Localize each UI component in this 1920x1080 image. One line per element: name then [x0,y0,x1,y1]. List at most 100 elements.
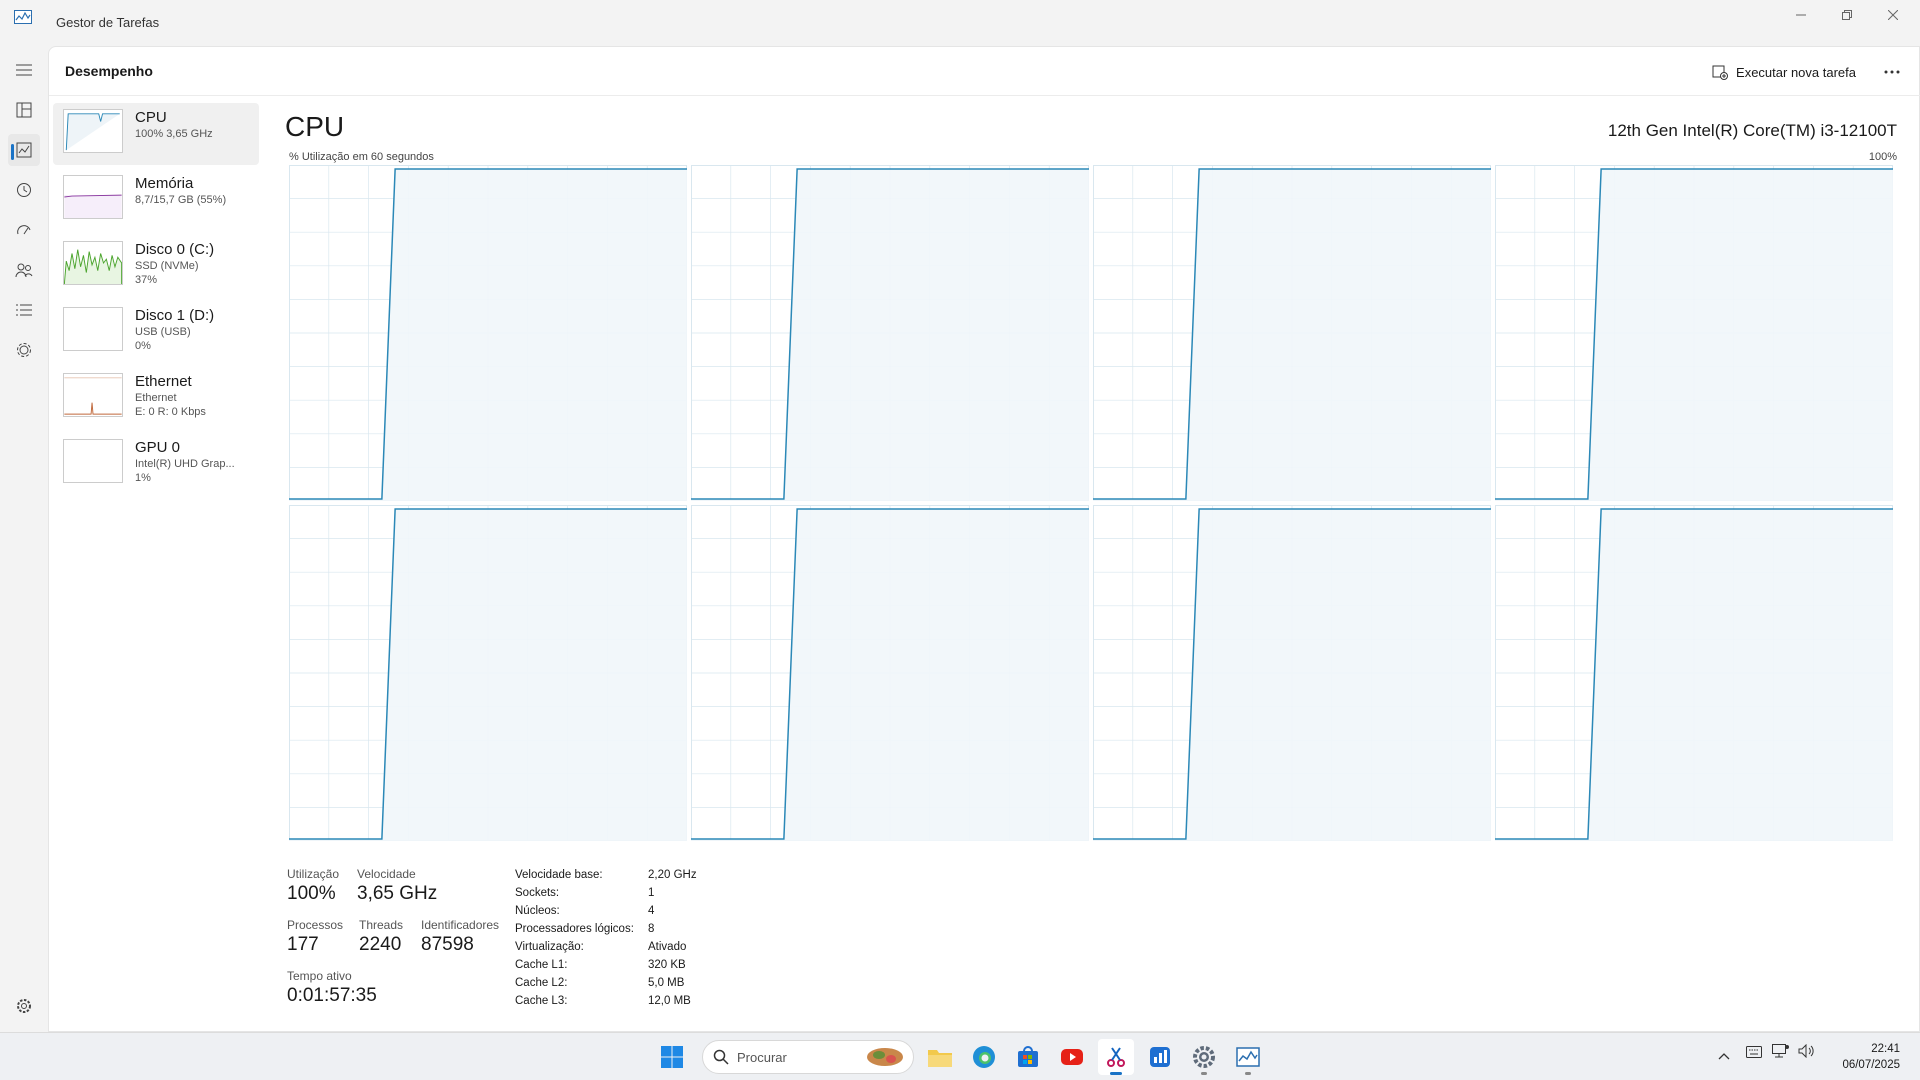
chevron-up-icon [1718,1053,1730,1060]
taskbar-youtube[interactable] [1054,1039,1090,1075]
cpu-model: 12th Gen Intel(R) Core(TM) i3-12100T [1607,121,1897,140]
detail-key: Processadores lógicos: [515,923,634,935]
disk0-thumbnail-graph [63,241,123,285]
processes-label: Processos [287,918,344,932]
taskbar-store[interactable] [1010,1039,1046,1075]
processes-icon [16,102,32,118]
hamburger-menu-button[interactable] [8,54,40,86]
core-graph-7 [1093,505,1491,841]
nav-startup[interactable] [8,214,40,246]
nav-processes[interactable] [8,94,40,126]
active-indicator [11,144,14,160]
taskbar-task-manager[interactable] [1230,1039,1266,1075]
chart-app-icon [1150,1047,1170,1067]
network-indicator[interactable] [1772,1044,1790,1063]
nav-settings[interactable] [8,990,40,1022]
network-icon [1772,1044,1789,1058]
store-icon [1018,1046,1038,1067]
device-usage: 37% [135,274,158,286]
title-bar: Gestor de Tarefas [0,0,1920,46]
device-cpu[interactable]: CPU 100% 3,65 GHz [53,103,259,165]
taskbar-snipping-tool[interactable] [1098,1039,1134,1075]
page-header: Desempenho Executar nova tarefa [49,47,1920,96]
threads-value: 2240 [359,934,402,955]
core-graph-8 [1495,505,1893,841]
task-manager-app-icon [14,10,32,24]
taskbar-settings[interactable] [1186,1039,1222,1075]
more-options-button[interactable] [1878,59,1906,85]
speed-label: Velocidade [357,867,416,881]
device-name: Disco 0 (C:) [135,241,215,258]
nav-users[interactable] [8,254,40,286]
nav-details[interactable] [8,294,40,326]
device-detail: USB (USB) [135,326,191,338]
device-ethernet[interactable]: Ethernet Ethernet E: 0 R: 0 Kbps [53,367,259,429]
detail-value: 12,0 MB [648,995,691,1007]
device-disk-1[interactable]: Disco 1 (D:) USB (USB) 0% [53,301,259,363]
core-graph-3 [1093,165,1491,501]
more-options-icon [1884,70,1900,74]
core-graph-4 [1495,165,1893,501]
taskbar: Procurar 22:41 06/07/2025 [0,1032,1920,1080]
device-usage: 1% [135,472,151,484]
volume-icon [1798,1043,1814,1059]
clock-time: 22:41 [1871,1043,1900,1055]
detail-key: Cache L2: [515,977,568,989]
taskbar-widgets-app[interactable] [1142,1039,1178,1075]
core-graph-6 [691,505,1089,841]
device-usage: E: 0 R: 0 Kbps [135,406,206,418]
uptime-value: 0:01:57:35 [287,985,377,1006]
minimize-button[interactable] [1778,0,1824,30]
device-name: Disco 1 (D:) [135,307,215,324]
main-content: Desempenho Executar nova tarefa CPU 100%… [48,46,1920,1032]
core-graph-1 [289,165,687,501]
ethernet-thumbnail-graph [63,373,123,417]
device-list: CPU 100% 3,65 GHz Memória 8,7/15,7 GB (5… [53,103,259,499]
search-icon [713,1049,729,1065]
device-name: Ethernet [135,373,192,390]
taskbar-clock[interactable]: 22:41 06/07/2025 [1842,1041,1900,1073]
device-detail: Intel(R) UHD Grap... [135,458,235,470]
utilization-label: Utilização [287,867,340,881]
close-button[interactable] [1870,0,1916,30]
detail-key: Cache L3: [515,995,568,1007]
taskbar-edge[interactable] [966,1039,1002,1075]
detail-value: 1 [648,887,655,899]
utilization-value: 100% [287,883,336,904]
device-memory[interactable]: Memória 8,7/15,7 GB (55%) [53,169,259,231]
snipping-tool-icon [1107,1047,1125,1067]
device-name: Memória [135,175,194,192]
hamburger-icon [16,64,32,76]
taskbar-file-explorer[interactable] [922,1039,958,1075]
detail-value: 320 KB [648,959,686,971]
settings-gear-icon [1193,1046,1215,1068]
volume-indicator[interactable] [1798,1043,1816,1063]
memory-thumbnail-graph [63,175,123,219]
nav-app-history[interactable] [8,174,40,206]
tray-overflow-button[interactable] [1718,1047,1730,1065]
search-placeholder: Procurar [737,1050,787,1065]
detail-key: Virtualização: [515,941,584,953]
start-button[interactable] [654,1039,690,1075]
edge-browser-icon [973,1046,995,1068]
device-detail: 100% 3,65 GHz [135,128,213,140]
taskbar-search[interactable]: Procurar [702,1040,914,1074]
close-icon [1888,10,1898,20]
clock-date: 06/07/2025 [1842,1059,1900,1071]
cpu-core-graphs [289,165,1897,841]
graph-max-label: 100% [1868,151,1897,163]
device-name: CPU [135,109,167,126]
device-gpu-0[interactable]: GPU 0 Intel(R) UHD Grap... 1% [53,433,259,495]
nav-services[interactable] [8,334,40,366]
run-new-task-button[interactable]: Executar nova tarefa [1712,59,1856,85]
nav-performance[interactable] [8,134,40,166]
restore-button[interactable] [1824,0,1870,30]
cpu-title: CPU [285,111,345,142]
details-icon [16,304,32,316]
window-title: Gestor de Tarefas [56,15,160,30]
device-usage: 0% [135,340,151,352]
graph-caption: % Utilização em 60 segundos [289,151,434,163]
core-graph-2 [691,165,1089,501]
device-disk-0[interactable]: Disco 0 (C:) SSD (NVMe) 37% [53,235,259,297]
keyboard-indicator[interactable] [1746,1045,1762,1063]
